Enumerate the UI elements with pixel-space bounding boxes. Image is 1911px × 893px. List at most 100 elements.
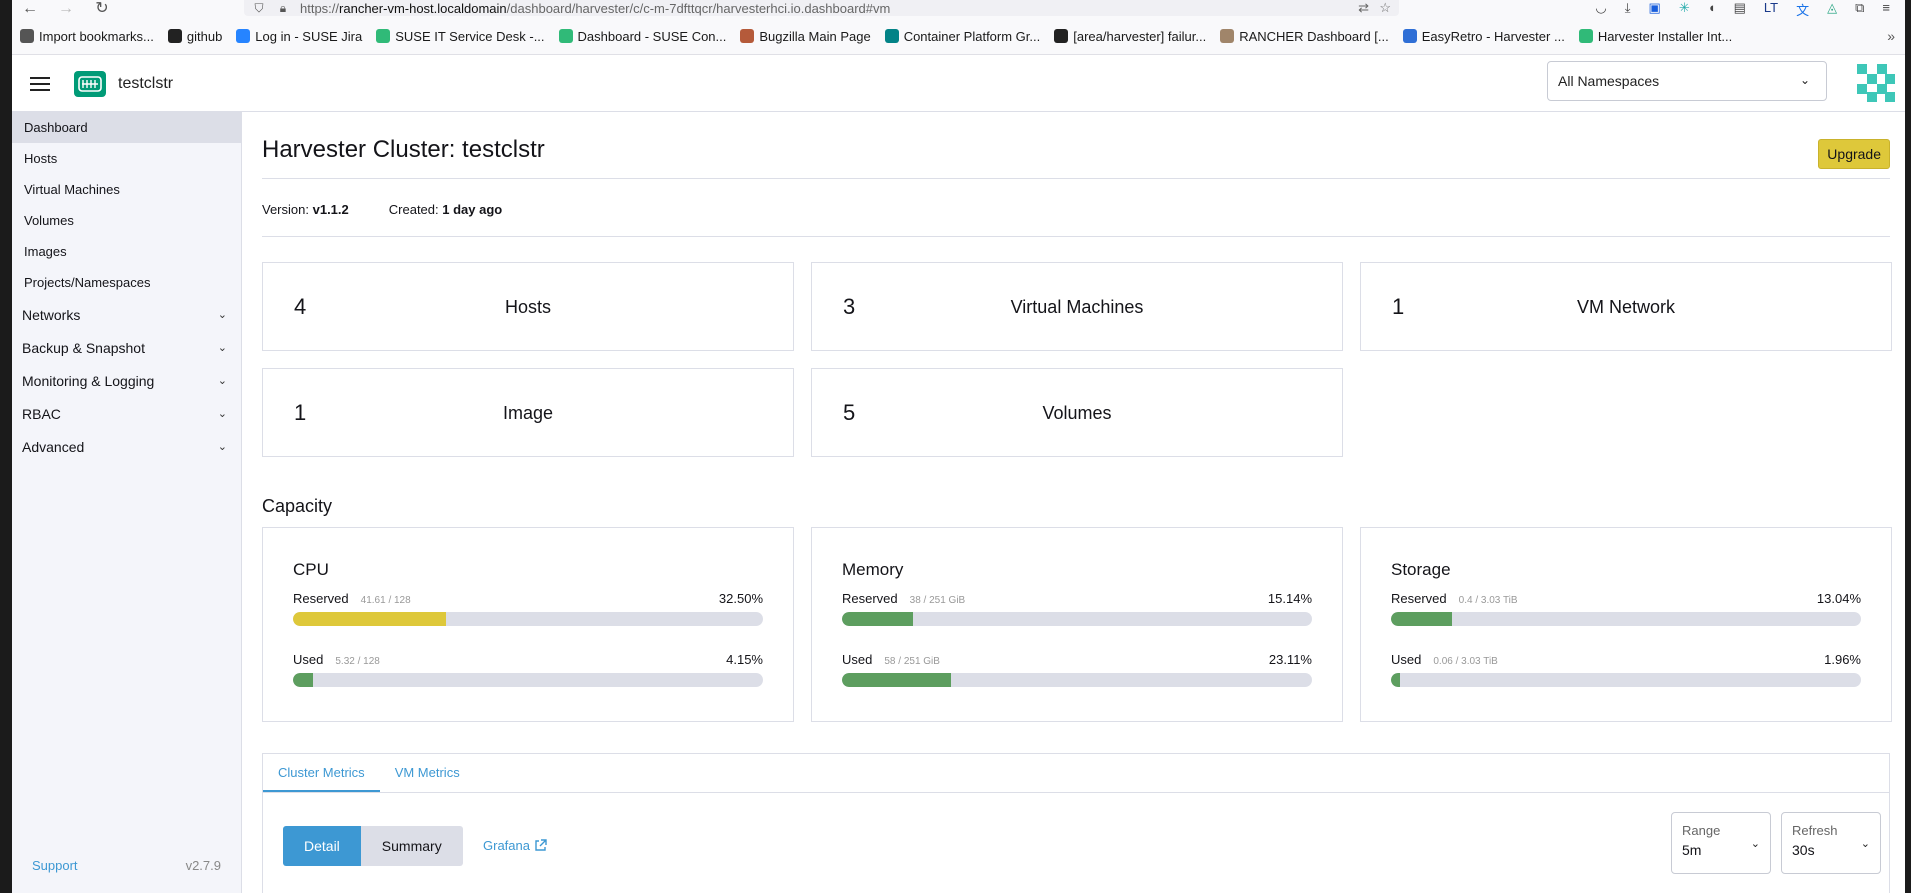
- capacity-row-label: Used 0.06 / 3.03 TiB: [1391, 652, 1498, 667]
- detail-button[interactable]: Detail: [283, 826, 361, 866]
- extension-icon[interactable]: ✳: [1679, 0, 1690, 18]
- extension-icon[interactable]: ◖: [1708, 0, 1716, 18]
- resource-count-card[interactable]: 1 VM Network: [1360, 262, 1892, 351]
- bookmark-item[interactable]: github: [167, 28, 223, 44]
- pocket-icon[interactable]: ◡: [1595, 0, 1606, 18]
- resource-count-card[interactable]: 5 Volumes: [811, 368, 1343, 457]
- bitwarden-icon[interactable]: ▣: [1649, 0, 1661, 18]
- resource-label: Hosts: [504, 297, 551, 317]
- bookmark-item[interactable]: Dashboard - SUSE Con...: [558, 29, 726, 44]
- confluence-icon: [558, 29, 573, 43]
- sidebar-group-label: Networks: [22, 306, 81, 323]
- bookmark-item[interactable]: SUSE IT Service Desk -...: [376, 29, 545, 44]
- resource-label: Image: [502, 403, 554, 423]
- bookmark-item[interactable]: Harvester Installer Int...: [1578, 29, 1732, 44]
- back-icon[interactable]: ←: [12, 0, 48, 18]
- progress-bar: [1391, 673, 1861, 687]
- chevron-down-icon: ⌄: [217, 441, 227, 453]
- sidebar-group-advanced[interactable]: Advanced ⌄: [12, 430, 241, 463]
- sidebar-group-networks[interactable]: Networks ⌄: [12, 298, 241, 331]
- hamburger-menu-icon[interactable]: [30, 76, 50, 91]
- bookmark-star-icon[interactable]: ☆: [1379, 0, 1391, 16]
- progress-fill: [1391, 612, 1453, 626]
- capacity-title: Storage: [1391, 560, 1451, 579]
- bookmark-item[interactable]: EasyRetro - Harvester ...: [1402, 29, 1565, 44]
- translate-icon[interactable]: 文: [1796, 0, 1809, 18]
- sidebar-item-projects-namespaces[interactable]: Projects/Namespaces: [12, 267, 241, 298]
- summary-button[interactable]: Summary: [360, 826, 463, 866]
- download-icon[interactable]: ⤓: [1625, 0, 1631, 18]
- chevron-down-icon: ⌄: [217, 408, 227, 420]
- chevron-down-icon: ⌄: [217, 309, 227, 321]
- bookmark-item[interactable]: Import bookmarks...: [20, 29, 154, 44]
- range-select[interactable]: Range 5m ⌄: [1671, 812, 1771, 874]
- capacity-card-storage: Storage Reserved 0.4 / 3.03 TiB 13.04% Used 0…: [1360, 527, 1892, 722]
- resource-count-card[interactable]: 4 Hosts: [262, 262, 794, 351]
- extension-icon[interactable]: ⧉: [1855, 0, 1864, 18]
- suse-chameleon-icon: [376, 29, 391, 43]
- bookmarks-overflow-icon[interactable]: »: [1887, 28, 1895, 44]
- capacity-title: Capacity: [262, 496, 333, 516]
- sidebar-group-backup-snapshot[interactable]: Backup & Snapshot ⌄: [12, 331, 241, 364]
- shield-icon[interactable]: ⛉: [252, 1, 266, 16]
- divider: [262, 236, 1890, 237]
- bookmark-item[interactable]: RANCHER Dashboard [...: [1220, 29, 1389, 44]
- sharepoint-icon: [884, 29, 899, 43]
- version-info: Version: v1.1.2: [262, 202, 349, 217]
- lock-icon[interactable]: 🔒︎: [276, 1, 290, 16]
- chevron-down-icon: ⌄: [1799, 73, 1810, 87]
- namespace-select-value: All Namespaces: [1558, 73, 1660, 89]
- url-host: rancher-vm-host.localdomain: [339, 0, 507, 16]
- sidebar-nav: Dashboard Hosts Virtual Machines Volumes Ima…: [12, 112, 241, 298]
- url-bar[interactable]: ⛉ 🔒︎ https://rancher-vm-host.localdomain…: [244, 0, 1399, 16]
- languagetool-icon[interactable]: LT: [1764, 0, 1778, 18]
- capacity-reserved-row: Reserved 41.61 / 128 32.50%: [293, 591, 763, 631]
- bookmark-item[interactable]: Log in - SUSE Jira: [236, 29, 362, 44]
- bookmark-item[interactable]: [area/harvester] failur...: [1054, 29, 1206, 44]
- tab-vm-metrics[interactable]: VM Metrics: [380, 754, 475, 792]
- resource-count-card[interactable]: 1 Image: [262, 368, 794, 457]
- grafana-link[interactable]: Grafana: [483, 838, 547, 853]
- bookmark-item[interactable]: Container Platform Gr...: [884, 29, 1040, 44]
- sidebar-group-rbac[interactable]: RBAC ⌄: [12, 397, 241, 430]
- metric-name: Used: [842, 652, 873, 667]
- sidebar-item-dashboard[interactable]: Dashboard: [12, 112, 241, 143]
- metrics-tabs: Cluster Metrics VM Metrics: [263, 754, 1889, 793]
- metric-percent: 32.50%: [718, 591, 763, 606]
- resource-count-card[interactable]: 3 Virtual Machines: [811, 262, 1343, 351]
- bookmark-label: github: [186, 28, 223, 44]
- metric-detail: 0.4 / 3.03 TiB: [1458, 595, 1518, 606]
- refresh-select[interactable]: Refresh 30s ⌄: [1781, 812, 1881, 874]
- tab-cluster-metrics[interactable]: Cluster Metrics: [263, 754, 380, 792]
- translate-icon[interactable]: ⇄: [1358, 0, 1369, 16]
- metric-detail: 58 / 251 GiB: [884, 656, 940, 667]
- chevron-down-icon: ⌄: [217, 375, 227, 387]
- extension-icon[interactable]: ◬: [1827, 0, 1837, 18]
- capacity-used-row: Used 58 / 251 GiB 23.11%: [842, 652, 1312, 692]
- menu-icon[interactable]: ≡: [1882, 0, 1890, 18]
- url-path: /dashboard/harvester/c/c-m-7dfttqcr/harv…: [506, 0, 891, 16]
- extension-icon[interactable]: ▤: [1734, 0, 1746, 18]
- sidebar-group-label: RBAC: [22, 405, 61, 422]
- namespace-select[interactable]: All Namespaces ⌄: [1547, 61, 1827, 101]
- sidebar-item-volumes[interactable]: Volumes: [12, 205, 241, 236]
- page-title: Harvester Cluster: testclstr: [262, 136, 545, 163]
- reload-icon[interactable]: ↻: [84, 0, 120, 18]
- version-value: v1.1.2: [312, 202, 349, 217]
- bookmarks-bar: Import bookmarks... github Log in - SUSE J…: [12, 18, 1905, 55]
- forward-icon[interactable]: →: [48, 0, 84, 18]
- upgrade-button[interactable]: Upgrade: [1818, 139, 1890, 169]
- capacity-used-row: Used 0.06 / 3.03 TiB 1.96%: [1391, 652, 1861, 692]
- sidebar-group-monitoring-logging[interactable]: Monitoring & Logging ⌄: [12, 364, 241, 397]
- refresh-label: Refresh: [1792, 823, 1838, 838]
- easyretro-icon: [1402, 29, 1417, 43]
- sidebar-item-hosts[interactable]: Hosts: [12, 143, 241, 174]
- progress-bar: [842, 612, 1312, 626]
- avatar[interactable]: [1857, 64, 1895, 102]
- support-link[interactable]: Support: [32, 858, 78, 873]
- sidebar-item-virtual-machines[interactable]: Virtual Machines: [12, 174, 241, 205]
- capacity-reserved-row: Reserved 38 / 251 GiB 15.14%: [842, 591, 1312, 631]
- bookmark-item[interactable]: Bugzilla Main Page: [740, 29, 871, 44]
- sidebar-item-images[interactable]: Images: [12, 236, 241, 267]
- capacity-title: Memory: [842, 560, 904, 579]
